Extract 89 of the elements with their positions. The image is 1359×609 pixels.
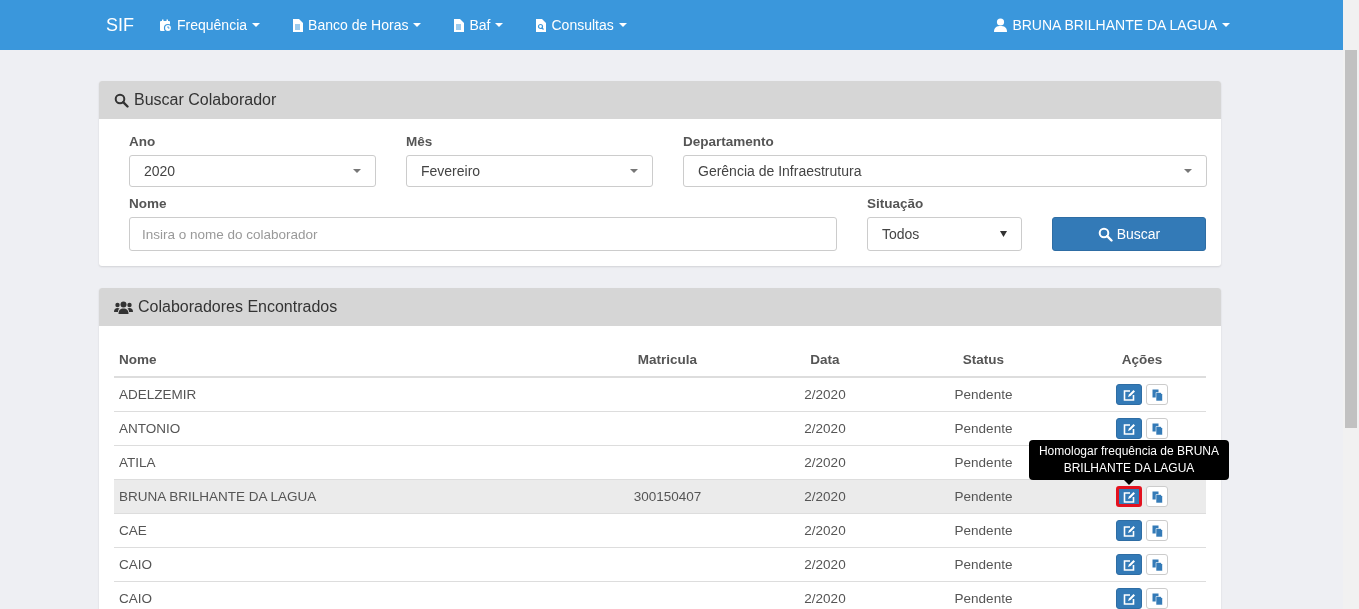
table-cell-text: 2/2020 xyxy=(803,455,847,470)
copy-icon xyxy=(1151,592,1163,605)
column-header: Nome xyxy=(118,351,158,367)
table-cell-text: CAIO xyxy=(118,557,153,572)
copy-button[interactable] xyxy=(1146,588,1168,609)
table-cell-text: ADELZEMIR xyxy=(118,387,198,402)
scrollbar-thumb[interactable] xyxy=(1345,50,1357,428)
copy-button[interactable] xyxy=(1146,384,1168,405)
select-field[interactable]: Fevereiro xyxy=(406,155,653,187)
table-cell-text: 2/2020 xyxy=(803,591,847,606)
edit-icon xyxy=(1122,388,1136,401)
table-cell-text: CAIO xyxy=(118,591,153,606)
table-cell-text: 300150407 xyxy=(632,489,703,504)
table-cell-text: 2/2020 xyxy=(803,557,847,572)
copy-icon xyxy=(1151,558,1163,571)
caret-icon xyxy=(353,169,361,173)
document-search-icon xyxy=(535,18,547,32)
copy-button[interactable] xyxy=(1146,486,1168,507)
field-label: Departamento xyxy=(683,134,775,149)
caret-icon xyxy=(1184,169,1192,173)
table-cell-text: Pendente xyxy=(953,421,1014,436)
user-icon xyxy=(994,18,1008,32)
copy-icon xyxy=(1151,524,1163,537)
table-cell-text: BRUNA BRILHANTE DA LAGUA xyxy=(118,489,318,504)
field-label: Mês xyxy=(406,134,434,149)
users-icon xyxy=(114,300,133,314)
nav-menu[interactable]: Banco de Horas xyxy=(292,17,422,33)
edit-button[interactable] xyxy=(1116,588,1142,609)
name-input-field[interactable]: Insira o nome do colaborador xyxy=(129,217,837,251)
nav-menu[interactable]: Frequência xyxy=(159,17,261,33)
column-header: Status xyxy=(961,351,1006,367)
copy-icon xyxy=(1151,388,1163,401)
table-cell-text: 2/2020 xyxy=(803,523,847,538)
search-icon xyxy=(114,92,129,108)
edit-button[interactable] xyxy=(1116,486,1142,507)
table-cell-text: Pendente xyxy=(953,591,1014,606)
field-label: Nome xyxy=(129,196,168,211)
copy-icon xyxy=(1151,490,1163,503)
column-header: Data xyxy=(809,351,841,367)
table-cell-text: Pendente xyxy=(953,455,1014,470)
nav-menu[interactable]: Baf xyxy=(453,17,504,33)
caret-icon xyxy=(630,169,638,173)
copy-button[interactable] xyxy=(1146,554,1168,575)
edit-button[interactable] xyxy=(1116,418,1142,439)
select-field[interactable]: 2020 xyxy=(129,155,376,187)
column-header: Ações xyxy=(1120,351,1164,367)
edit-icon xyxy=(1122,490,1136,503)
field-label: Ano xyxy=(129,134,157,149)
table-cell-text: CAE xyxy=(118,523,148,538)
edit-button[interactable] xyxy=(1116,520,1142,541)
edit-button[interactable] xyxy=(1116,554,1142,575)
panel-title: Buscar Colaborador xyxy=(134,91,277,109)
copy-icon xyxy=(1151,422,1163,435)
table-cell-text: ATILA xyxy=(118,455,157,470)
edit-button[interactable] xyxy=(1116,384,1142,405)
select-field[interactable]: Gerência de Infraestrutura xyxy=(683,155,1207,187)
table-cell-text: Pendente xyxy=(953,489,1014,504)
nav-menu[interactable]: Consultas xyxy=(535,17,627,33)
tooltip: Homologar frequência de BRUNA BRILHANTE DA LAGUA xyxy=(1029,440,1229,485)
caret-icon xyxy=(252,23,261,27)
edit-icon xyxy=(1122,558,1136,571)
copy-button[interactable] xyxy=(1146,418,1168,439)
app-brand[interactable]: SIF xyxy=(106,14,134,36)
panel-title: Colaboradores Encontrados xyxy=(138,298,338,316)
caret-icon xyxy=(413,23,422,27)
table-cell-text: Pendente xyxy=(953,387,1014,402)
table-cell-text: Pendente xyxy=(953,557,1014,572)
edit-icon xyxy=(1122,422,1136,435)
column-header: Matricula xyxy=(636,351,699,367)
calendar-clock-icon xyxy=(159,18,172,32)
table-cell-text: 2/2020 xyxy=(803,387,847,402)
edit-icon xyxy=(1122,524,1136,537)
table-cell-text: ANTONIO xyxy=(118,421,182,436)
user-menu[interactable]: BRUNA BRILHANTE DA LAGUA xyxy=(994,17,1230,33)
edit-icon xyxy=(1122,592,1136,605)
document-icon xyxy=(453,18,465,32)
caret-icon xyxy=(1222,23,1230,27)
caret-icon xyxy=(1000,231,1007,237)
caret-icon xyxy=(618,23,627,27)
table-cell-text: 2/2020 xyxy=(803,489,847,504)
select-field[interactable]: Todos xyxy=(867,217,1022,251)
search-icon xyxy=(1097,226,1113,242)
document-icon xyxy=(292,18,304,32)
field-label: Situação xyxy=(867,196,925,211)
table-cell-text: 2/2020 xyxy=(803,421,847,436)
caret-icon xyxy=(495,23,504,27)
table-cell-text: Pendente xyxy=(953,523,1014,538)
copy-button[interactable] xyxy=(1146,520,1168,541)
search-button[interactable]: Buscar xyxy=(1052,217,1206,251)
